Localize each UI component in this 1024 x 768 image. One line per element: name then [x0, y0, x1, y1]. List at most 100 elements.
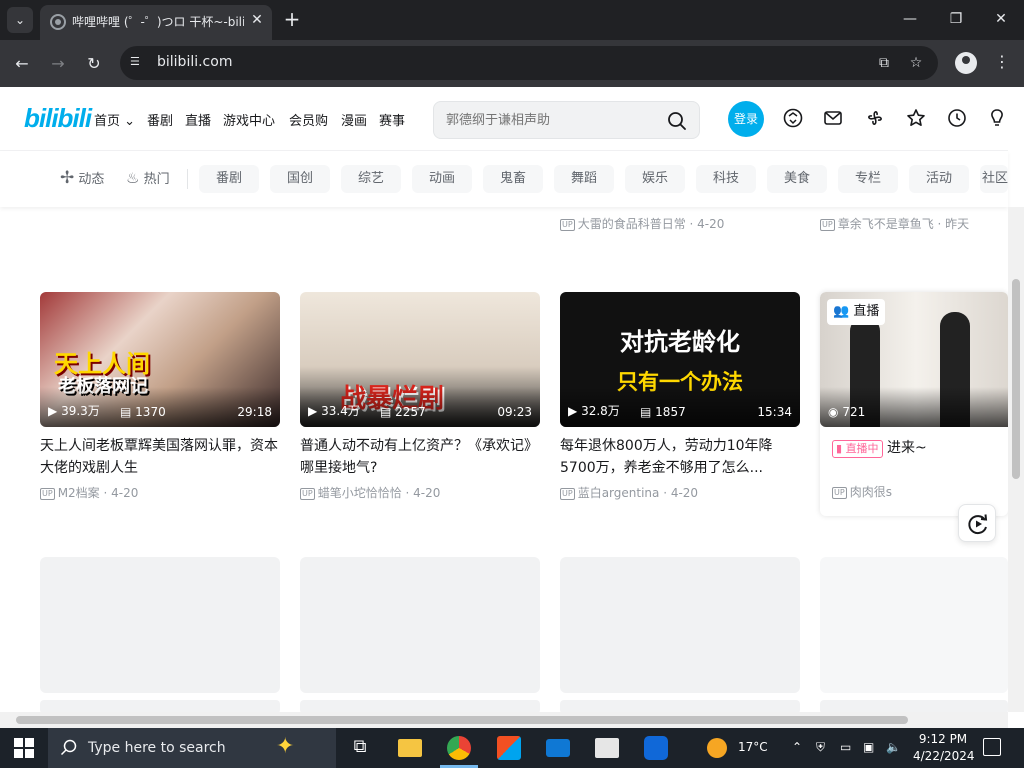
- channel-dynamics[interactable]: ✢ 动态: [60, 168, 104, 188]
- live-title[interactable]: 进来~: [887, 440, 927, 456]
- forward-button[interactable]: →: [46, 52, 70, 76]
- chip-dance[interactable]: 舞蹈: [554, 165, 614, 193]
- dynamics-pinwheel-icon[interactable]: [864, 107, 886, 129]
- close-window-button[interactable]: ✕: [991, 9, 1011, 29]
- chip-column[interactable]: 专栏: [838, 165, 898, 193]
- clock-date[interactable]: 4/22/2024: [913, 749, 975, 763]
- nav-live[interactable]: 直播: [185, 110, 211, 129]
- app-icon[interactable]: [644, 736, 668, 760]
- search-input[interactable]: [446, 110, 656, 130]
- chip-kichiku[interactable]: 鬼畜: [483, 165, 543, 193]
- message-icon[interactable]: [822, 107, 844, 129]
- channel-hot[interactable]: ♨ 热门: [126, 168, 170, 187]
- tray-chevron-up-icon[interactable]: ⌃: [792, 740, 802, 754]
- view-count: ▶ 32.8万: [568, 404, 620, 418]
- minimize-button[interactable]: —: [900, 9, 920, 29]
- danmaku-icon: ▤: [380, 405, 392, 419]
- chip-bangumi[interactable]: 番剧: [199, 165, 259, 193]
- chip-tech[interactable]: 科技: [696, 165, 756, 193]
- video-meta[interactable]: UP M2档案 · 4-20: [40, 484, 138, 501]
- creative-bulb-icon[interactable]: [986, 107, 1008, 129]
- live-meta[interactable]: UP 肉肉很s: [832, 483, 892, 500]
- file-explorer-icon[interactable]: [398, 739, 422, 757]
- reload-button[interactable]: ↻: [82, 52, 106, 76]
- video-thumbnail[interactable]: 天上人间 老板落网记 ▶ 39.3万 ▤ 1370 29:18: [40, 292, 280, 427]
- login-button[interactable]: 登录: [728, 101, 764, 137]
- bookmark-star-icon[interactable]: ☆: [906, 53, 926, 73]
- windows-taskbar: Type here to search ✦ ⧉ 17°C ⌃ ⛨ ▭ ▣ 🔈 9…: [0, 728, 1024, 768]
- taskbar-search-box[interactable]: Type here to search ✦: [48, 728, 336, 768]
- chip-community[interactable]: 社区: [980, 165, 1008, 193]
- restore-button[interactable]: ❐: [946, 9, 966, 29]
- translate-icon[interactable]: ⧉: [874, 53, 894, 73]
- nav-esports[interactable]: 赛事: [379, 110, 405, 129]
- chip-entertainment[interactable]: 娱乐: [625, 165, 685, 193]
- video-title[interactable]: 每年退休800万人，劳动力10年降5700万，养老金不够用了怎么...: [560, 435, 800, 479]
- scrollbar-thumb[interactable]: [16, 716, 908, 724]
- tab-title: 哔哩哔哩 (゜-゜)つロ 干杯~-bilibili: [72, 15, 244, 29]
- nav-game-center[interactable]: 游戏中心: [223, 110, 275, 129]
- live-title-row[interactable]: ▮ 直播中 进来~: [832, 437, 927, 458]
- refresh-feed-button[interactable]: [958, 504, 996, 542]
- loading-placeholder: [820, 557, 1008, 693]
- display-icon[interactable]: ▣: [863, 740, 874, 754]
- volume-muted-icon[interactable]: 🔈: [886, 740, 901, 754]
- address-bar[interactable]: ☰ bilibili.com ⧉ ☆: [120, 46, 938, 80]
- chip-activity[interactable]: 活动: [909, 165, 969, 193]
- store-icon[interactable]: [497, 736, 521, 760]
- scrollbar-thumb[interactable]: [1012, 279, 1020, 479]
- nav-manga[interactable]: 漫画: [341, 110, 367, 129]
- close-tab-icon[interactable]: ✕: [248, 11, 266, 29]
- new-tab-button[interactable]: +: [282, 9, 302, 29]
- chip-food[interactable]: 美食: [767, 165, 827, 193]
- mail-icon[interactable]: [546, 739, 570, 757]
- favorites-star-icon[interactable]: [905, 107, 927, 129]
- view-count: ▶ 33.4万: [308, 404, 360, 418]
- nav-vip-shop[interactable]: 会员购: [289, 110, 328, 129]
- live-thumbnail[interactable]: 👥 直播 ◉ 721: [820, 292, 1008, 427]
- search-icon[interactable]: [666, 110, 688, 132]
- chip-animation[interactable]: 动画: [412, 165, 472, 193]
- weather-sun-icon[interactable]: [707, 738, 727, 758]
- taskbar-search-placeholder[interactable]: Type here to search: [88, 740, 226, 756]
- browser-tab[interactable]: 哔哩哔哩 (゜-゜)つロ 干杯~-bilibili ✕: [40, 5, 272, 40]
- video-thumbnail[interactable]: 对抗老龄化 只有一个办法 ▶ 32.8万 ▤ 1857 15:34: [560, 292, 800, 427]
- chip-variety[interactable]: 综艺: [341, 165, 401, 193]
- chrome-menu-icon[interactable]: ⋮: [994, 52, 1010, 74]
- video-meta[interactable]: UP 蜡笔小坨恰恰恰 · 4-20: [300, 484, 440, 501]
- horizontal-scrollbar[interactable]: [0, 712, 1008, 728]
- bilibili-logo[interactable]: bilibili: [24, 103, 92, 133]
- clock-time[interactable]: 9:12 PM: [913, 732, 973, 746]
- weather-temperature[interactable]: 17°C: [738, 740, 768, 754]
- notifications-icon[interactable]: [983, 738, 1001, 756]
- url-text[interactable]: bilibili.com: [157, 54, 232, 70]
- history-clock-icon[interactable]: [946, 107, 968, 129]
- video-thumbnail[interactable]: 战暴烂剧 ▶ 33.4万 ▤ 2257 09:23: [300, 292, 540, 427]
- live-card[interactable]: 👥 直播 ◉ 721 ▮ 直播中 进来~ UP 肉肉很s: [820, 292, 1008, 516]
- site-info-icon[interactable]: ☰: [130, 55, 146, 71]
- nav-home[interactable]: 首页 ⌄: [94, 110, 135, 129]
- windows-start-icon[interactable]: [14, 738, 34, 758]
- vip-icon[interactable]: [782, 107, 804, 129]
- prev-row-meta[interactable]: UP 章余飞不是章鱼飞 · 昨天: [820, 215, 969, 232]
- calculator-app-icon[interactable]: [595, 738, 619, 758]
- nav-bangumi[interactable]: 番剧: [147, 110, 173, 129]
- up-icon: UP: [40, 488, 55, 500]
- profile-avatar[interactable]: [955, 52, 977, 74]
- video-title[interactable]: 普通人动不动有上亿资产？《承欢记》哪里接地气?: [300, 435, 540, 479]
- task-view-icon[interactable]: ⧉: [348, 736, 372, 760]
- back-button[interactable]: ←: [10, 52, 34, 76]
- security-shield-icon[interactable]: ⛨: [816, 740, 825, 755]
- video-title[interactable]: 天上人间老板覃辉美国落网认罪，资本大佬的戏剧人生: [40, 435, 280, 479]
- live-badge: 👥 直播: [827, 299, 886, 325]
- search-bar[interactable]: [433, 101, 700, 139]
- prev-row-meta[interactable]: UP 大雷的食品科普日常 · 4-20: [560, 215, 724, 232]
- chrome-icon[interactable]: [447, 736, 471, 760]
- chip-guochuang[interactable]: 国创: [270, 165, 330, 193]
- tab-search-button[interactable]: ⌄: [7, 7, 33, 33]
- play-icon: ▶: [48, 404, 58, 418]
- play-icon: ▶: [568, 404, 578, 418]
- video-meta[interactable]: UP 蓝白argentina · 4-20: [560, 484, 698, 501]
- vertical-scrollbar[interactable]: [1008, 207, 1024, 712]
- network-icon[interactable]: ▭: [840, 740, 851, 754]
